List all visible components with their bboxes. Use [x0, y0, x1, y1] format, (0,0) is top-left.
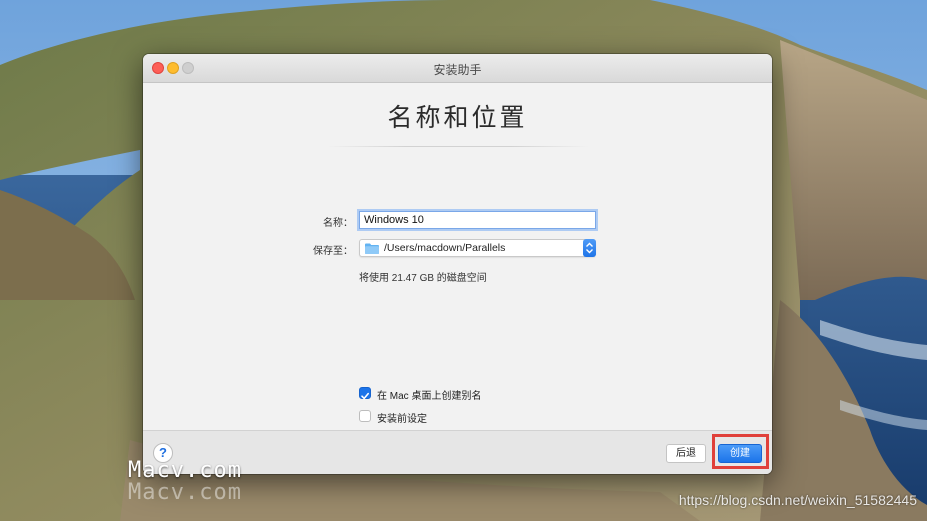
create-alias-label[interactable]: 在 Mac 桌面上创建别名 [377, 387, 481, 402]
titlebar: 安装助手 [143, 54, 772, 83]
back-button[interactable]: 后退 [666, 444, 706, 463]
checkmark-icon [361, 392, 369, 400]
vm-name-input[interactable] [359, 211, 596, 229]
desktop: 安装助手 名称和位置 名称： 保存至： /Users/macdown/Paral… [0, 0, 927, 521]
create-button[interactable]: 创建 [718, 444, 762, 463]
configure-before-install-checkbox[interactable] [359, 410, 371, 422]
title-divider [327, 146, 589, 147]
name-label: 名称： [323, 218, 353, 229]
installation-assistant-window: 安装助手 名称和位置 名称： 保存至： /Users/macdown/Paral… [143, 54, 772, 474]
page-title: 名称和位置 [387, 103, 528, 132]
configure-before-install-label[interactable]: 安装前设定 [377, 410, 427, 425]
chevron-updown-icon[interactable] [583, 239, 596, 257]
url-watermark: https://blog.csdn.net/weixin_51582445 [678, 492, 917, 508]
folder-icon [365, 243, 379, 254]
create-alias-checkbox[interactable] [359, 387, 371, 400]
window-title: 安装助手 [433, 63, 482, 77]
save-location-select[interactable]: /Users/macdown/Parallels [359, 239, 596, 257]
disk-space-info: 将使用 21.47 GB 的磁盘空间 [359, 273, 487, 284]
save-location-value: /Users/macdown/Parallels [384, 242, 506, 254]
site-watermark-reflection: Macv.com [128, 480, 242, 505]
location-label: 保存至： [313, 246, 353, 257]
